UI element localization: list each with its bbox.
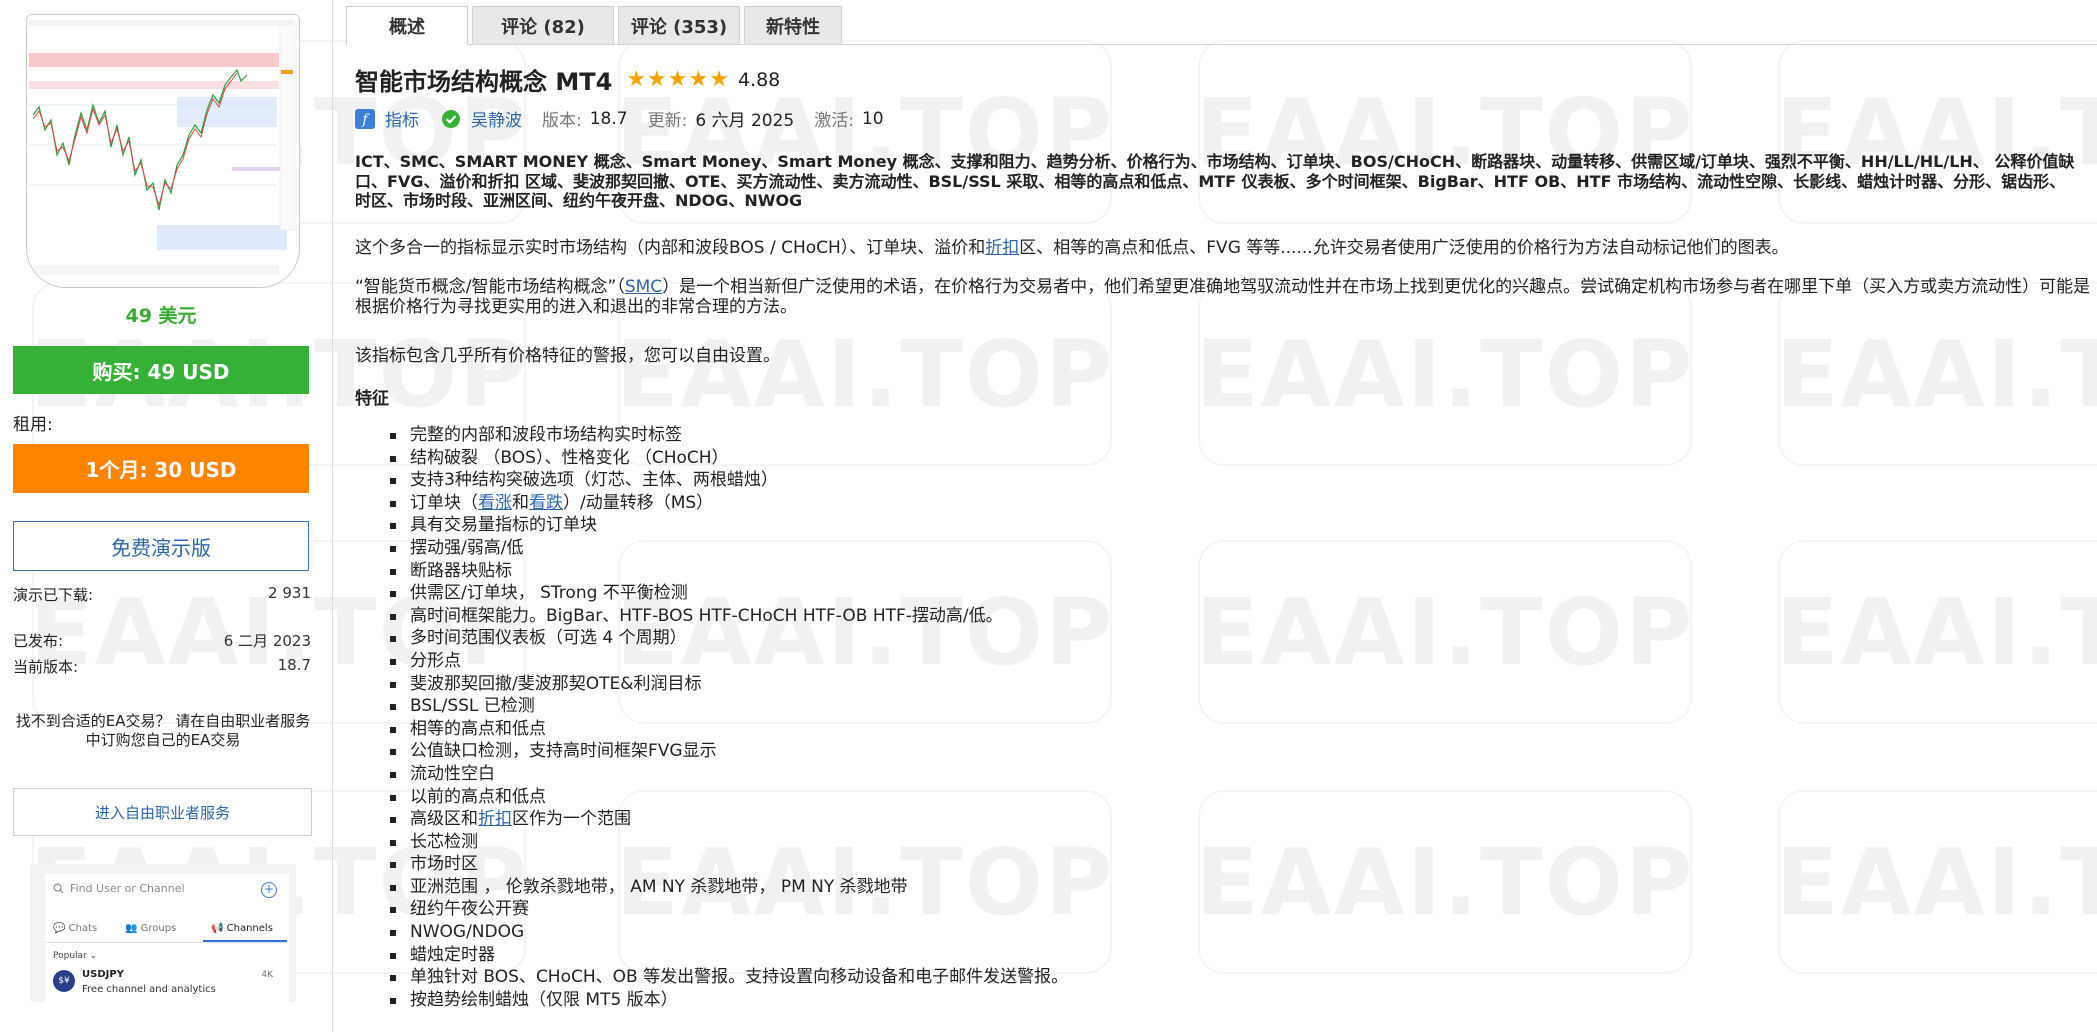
rating-stars: ★★★★★	[626, 67, 730, 92]
rent-button[interactable]: 1个月: 30 USD	[13, 444, 309, 493]
feature-item: 斐波那契回撤/斐波那契OTE&利润目标	[355, 673, 1068, 696]
title-row: 智能市场结构概念 MT4 ★★★★★ 4.88	[355, 62, 780, 97]
feature-item: 多时间范围仪表板（可选 4 个周期）	[355, 627, 1068, 650]
features-list: 完整的内部和波段市场结构实时标签 结构破裂 （BOS）、性格变化 （CHoCH）…	[355, 424, 1068, 1011]
product-screenshot-thumbnail[interactable]	[26, 14, 300, 288]
buy-button[interactable]: 购买: 49 USD	[13, 346, 309, 394]
feature-item: NWOG/NDOG	[355, 921, 1068, 944]
tab-whats-new[interactable]: 新特性	[744, 6, 842, 44]
feature-item: 单独针对 BOS、CHoCH、OB 等发出警报。支持设置向移动设备和电子邮件发送…	[355, 966, 1068, 989]
category-link[interactable]: 指标	[385, 106, 419, 131]
feature-item: 供需区/订单块， STrong 不平衡检测	[355, 582, 1068, 605]
ad-tab-groups: 👥 Groups	[125, 923, 177, 934]
feature-item: 摆动强/弱高/低	[355, 537, 1068, 560]
channel-description: Free channel and analytics	[82, 984, 216, 995]
feature-item: 以前的高点和低点	[355, 786, 1068, 809]
stat-current-version: 当前版本: 18.7	[13, 656, 311, 677]
channel-avatar: $¥	[53, 970, 75, 992]
feature-item: 高时间框架能力。BigBar、HTF-BOS HTF-CHoCH HTF-OB …	[355, 605, 1068, 628]
features-heading: 特征	[355, 389, 389, 409]
feature-item: 分形点	[355, 650, 1068, 673]
sidebar: 49 美元 购买: 49 USD 租用: 1个月: 30 USD 免费演示版 演…	[0, 0, 333, 1032]
watermark: EAAI.TOP	[1196, 790, 1692, 974]
feature-item: 长芯检测	[355, 831, 1068, 854]
search-icon	[53, 883, 64, 894]
ad-tab-chats: 💬 Chats	[53, 923, 98, 934]
tab-reviews[interactable]: 评论 (82)	[472, 6, 614, 44]
tab-bar-divider	[346, 44, 2097, 45]
chart-thumbnail-image	[27, 15, 299, 287]
description-paragraph-3: 该指标包含几乎所有价格特征的警报，您可以自由设置。	[355, 346, 780, 366]
price-label: 49 美元	[125, 305, 197, 327]
stat-value: 6 二月 2023	[223, 632, 311, 650]
freelance-prompt-text: 找不到合适的EA交易？ 请在自由职业者服务中订购您自己的EA交易	[15, 712, 311, 749]
freelance-service-button[interactable]: 进入自由职业者服务	[13, 788, 312, 836]
verified-icon	[441, 109, 461, 129]
rent-label: 租用:	[13, 415, 53, 435]
bullish-link[interactable]: 看涨	[478, 493, 512, 513]
activations-value: 10	[861, 108, 884, 129]
feature-item: BSL/SSL 已检测	[355, 695, 1068, 718]
advertisement-banner[interactable]: Find User or Channel + 💬 Chats 👥 Groups …	[30, 864, 296, 1002]
discount-link[interactable]: 折扣	[478, 809, 512, 829]
watermark: EAAI.TOP	[1196, 540, 1692, 724]
smc-link[interactable]: SMC	[625, 277, 662, 297]
author-link[interactable]: 吴静波	[471, 106, 522, 131]
ad-popular-label: Popular ⌄	[53, 951, 98, 961]
rating-value: 4.88	[737, 68, 781, 91]
stat-label: 当前版本:	[13, 658, 79, 676]
feature-item: 具有交易量指标的订单块	[355, 514, 1068, 537]
ad-app-preview: Find User or Channel + 💬 Chats 👥 Groups …	[45, 874, 289, 1002]
discount-link[interactable]: 折扣	[985, 238, 1019, 258]
stat-value: 2 931	[268, 584, 311, 602]
feature-item: 断路器块贴标	[355, 560, 1068, 583]
description-paragraph-1: 这个多合一的指标显示实时市场结构（内部和波段BOS / CHoCH）、订单块、溢…	[355, 238, 1789, 258]
version-label: 版本:	[542, 111, 582, 131]
feature-item: 高级区和折扣区作为一个范围	[355, 808, 1068, 831]
feature-item: 流动性空白	[355, 763, 1068, 786]
feature-item: 纽约午夜公开赛	[355, 898, 1068, 921]
feature-item: 按趋势绘制蜡烛（仅限 MT5 版本）	[355, 989, 1068, 1012]
ad-tab-channels: 📢 Channels	[211, 923, 273, 934]
keywords-text: ICT、SMC、SMART MONEY 概念、Smart Money、Smart…	[355, 152, 2075, 210]
feature-item: 支持3种结构突破选项（灯芯、主体、两根蜡烛）	[355, 469, 1068, 492]
updated-value: 6 六月 2025	[695, 111, 795, 131]
ad-tab-indicator	[203, 940, 287, 942]
ad-tab-bar: 💬 Chats 👥 Groups 📢 Channels	[45, 914, 289, 943]
feature-item: 结构破裂 （BOS）、性格变化 （CHoCH）	[355, 447, 1068, 470]
stat-label: 已发布:	[13, 632, 64, 650]
feature-item: 公值缺口检测，支持高时间框架FVG显示	[355, 740, 1068, 763]
activations-label: 激活:	[814, 111, 854, 131]
stat-value: 18.7	[277, 656, 311, 674]
meta-row: f 指标 吴静波 版本: 18.7 更新: 6 六月 2025 激活: 10	[355, 106, 884, 131]
channel-member-count: 4K	[261, 970, 273, 980]
tab-comments[interactable]: 评论 (353)	[618, 6, 740, 44]
watermark: EAAI.TOP	[1776, 790, 2097, 974]
feature-item: 市场时区	[355, 853, 1068, 876]
feature-item: 订单块（看涨和看跌）/动量转移（MS）	[355, 492, 1068, 515]
version-value: 18.7	[589, 108, 628, 129]
free-demo-button[interactable]: 免费演示版	[13, 521, 309, 571]
channel-name: USDJPY	[82, 969, 124, 980]
description-paragraph-2: “智能货币概念/智能市场结构概念”（SMC）是一个相当新但广泛使用的术语，在价格…	[355, 277, 2091, 317]
watermark: EAAI.TOP	[1776, 540, 2097, 724]
ad-search-box: Find User or Channel	[53, 882, 185, 895]
product-title: 智能市场结构概念 MT4	[355, 68, 613, 96]
updated-label: 更新:	[647, 111, 688, 131]
stat-label: 演示已下载:	[13, 586, 94, 604]
stat-demo-downloads: 演示已下载: 2 931	[13, 584, 311, 605]
tab-bar: 概述 评论 (82) 评论 (353) 新特性	[346, 6, 2097, 45]
feature-item: 相等的高点和低点	[355, 718, 1068, 741]
feature-item: 亚洲范围 ， 伦敦杀戮地带， AM NY 杀戮地带， PM NY 杀戮地带	[355, 876, 1068, 899]
bearish-link[interactable]: 看跌	[529, 493, 563, 513]
add-icon: +	[261, 882, 277, 898]
stat-published: 已发布: 6 二月 2023	[13, 630, 311, 651]
ad-search-placeholder: Find User or Channel	[70, 882, 185, 895]
feature-item: 蜡烛定时器	[355, 944, 1068, 967]
feature-item: 完整的内部和波段市场结构实时标签	[355, 424, 1068, 447]
indicator-icon: f	[355, 108, 375, 129]
tab-overview[interactable]: 概述	[346, 6, 468, 45]
